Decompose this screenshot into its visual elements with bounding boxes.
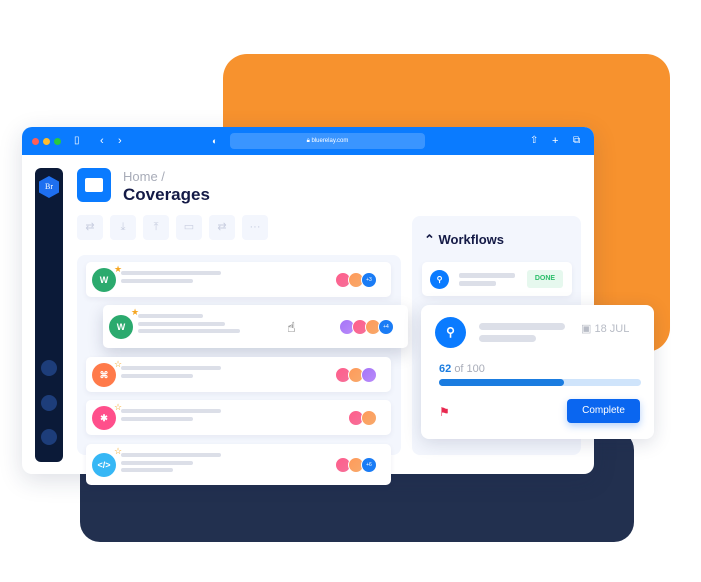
word-file-icon: W <box>109 314 133 339</box>
progress-total: of 100 <box>454 363 485 375</box>
workflows-title: Workflows <box>438 232 505 247</box>
folder-icon <box>77 168 111 202</box>
app-logo[interactable]: Br <box>39 176 59 198</box>
sidebar-toggle-icon[interactable]: ▯ <box>74 133 80 149</box>
flag-icon[interactable]: ⚑ <box>439 405 450 419</box>
back-icon[interactable]: ‹ <box>100 133 104 149</box>
shield-icon[interactable]: ◐ <box>212 133 217 149</box>
placeholder-line <box>459 273 515 278</box>
progress-fill <box>439 379 565 386</box>
placeholder-line <box>138 321 225 326</box>
avatar-overflow-count[interactable]: +3 <box>361 271 377 288</box>
placeholder-line <box>138 329 240 333</box>
due-date: ▣ 18 JUL <box>581 322 629 335</box>
sidebar-nav-item[interactable] <box>41 429 57 445</box>
workflow-icon: ⚲ <box>435 317 466 348</box>
download-button[interactable]: ⤓ <box>110 215 136 240</box>
placeholder-line <box>138 314 203 318</box>
file-row[interactable]: ⌘ ☆ <box>86 357 391 392</box>
url-text: bluerelay.com <box>311 138 349 144</box>
close-window-button[interactable] <box>32 138 39 145</box>
date-text: 18 JUL <box>594 323 630 335</box>
share-icon[interactable]: ⇧ <box>530 133 538 149</box>
chevron-up-icon: ⌃ <box>424 232 439 247</box>
upload-button[interactable]: ⤒ <box>143 215 169 240</box>
workflow-item[interactable]: ⚲ DONE <box>422 262 572 296</box>
file-row[interactable]: W ★ +3 <box>86 262 391 297</box>
app-sidebar: Br <box>35 168 63 462</box>
placeholder-line <box>121 416 193 421</box>
placeholder-line <box>479 323 565 330</box>
sidebar-nav-item[interactable] <box>41 360 57 376</box>
page-title: Coverages <box>123 185 210 204</box>
placeholder-line <box>121 366 221 370</box>
file-row[interactable]: </> ☆ +6 <box>86 444 391 485</box>
logo-text: Br <box>45 182 53 191</box>
image-file-icon: ✱ <box>92 405 116 430</box>
code-file-icon: </> <box>92 452 116 477</box>
tabs-overview-icon[interactable]: ⧉ <box>573 133 580 149</box>
address-bar[interactable]: 🔒︎ bluerelay.com <box>230 133 425 149</box>
sidebar-nav-item[interactable] <box>41 395 57 411</box>
status-badge: DONE <box>527 270 563 288</box>
pdf-file-icon: ⌘ <box>92 362 116 387</box>
placeholder-line <box>479 335 536 342</box>
more-button[interactable]: ··· <box>242 215 268 240</box>
file-row[interactable]: W ★ +4 ☝︎ <box>103 305 408 348</box>
copy-button[interactable]: ⇄ <box>209 215 235 240</box>
avatar[interactable] <box>361 366 377 383</box>
placeholder-line <box>121 271 221 275</box>
forward-icon[interactable]: › <box>118 133 122 149</box>
placeholder-line <box>459 281 496 286</box>
new-tab-icon[interactable]: + <box>552 133 558 149</box>
avatar[interactable] <box>361 409 377 426</box>
calendar-icon: ▣ <box>581 323 595 335</box>
placeholder-line <box>121 468 173 472</box>
minimize-window-button[interactable] <box>43 138 50 145</box>
progress-bar <box>439 379 641 386</box>
progress-value: 62 <box>439 363 452 375</box>
progress-label: 62 of 100 <box>439 363 485 375</box>
workflows-header[interactable]: ⌃ Workflows <box>424 232 504 248</box>
placeholder-line <box>121 453 221 457</box>
clipboard-button[interactable]: ▭ <box>176 215 202 240</box>
avatar-overflow-count[interactable]: +4 <box>378 318 394 335</box>
file-row[interactable]: ✱ ☆ <box>86 400 391 435</box>
move-button[interactable]: ⇄ <box>77 215 103 240</box>
placeholder-line <box>121 460 193 465</box>
hand-cursor-icon: ☝︎ <box>287 319 296 335</box>
complete-button[interactable]: Complete <box>567 399 640 423</box>
workflow-icon: ⚲ <box>430 270 449 289</box>
avatar-overflow-count[interactable]: +6 <box>361 456 377 473</box>
word-file-icon: W <box>92 267 116 292</box>
maximize-window-button[interactable] <box>54 138 61 145</box>
placeholder-line <box>121 373 193 378</box>
workflow-card: ⚲ ▣ 18 JUL 62 of 100 ⚑ Complete <box>421 305 654 439</box>
breadcrumb[interactable]: Home / <box>123 169 165 184</box>
placeholder-line <box>121 409 221 413</box>
browser-titlebar: ▯ ‹ › ◐ 🔒︎ bluerelay.com ⇧ + ⧉ <box>22 127 594 155</box>
placeholder-line <box>121 278 193 283</box>
